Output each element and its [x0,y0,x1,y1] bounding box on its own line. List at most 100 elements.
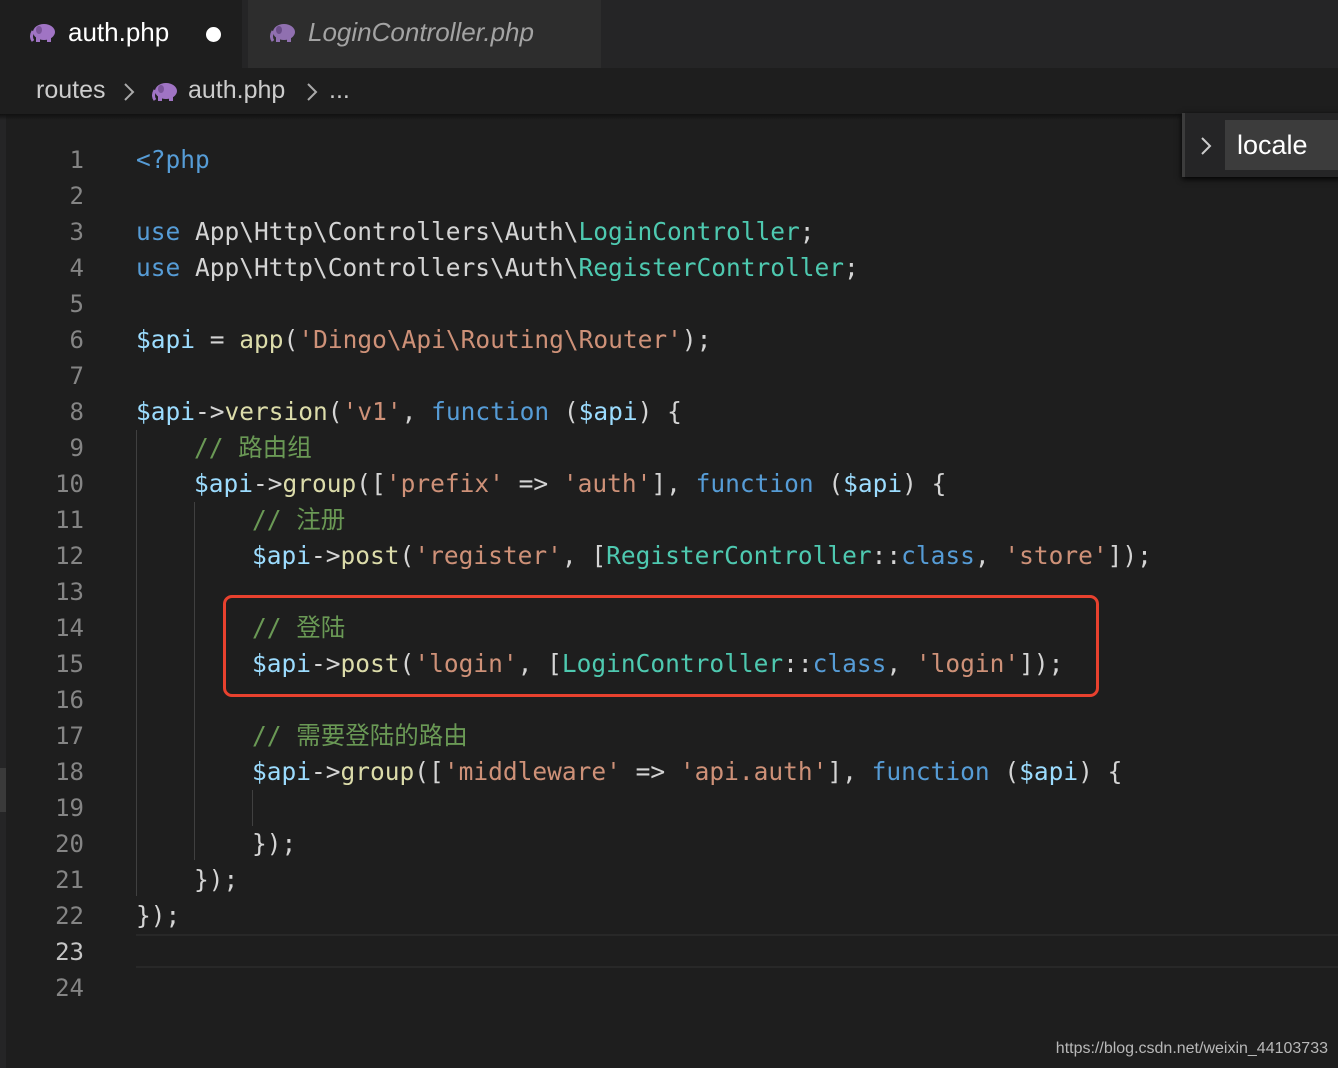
annotation-highlight-box [223,595,1099,697]
code-token: ([ [356,469,386,498]
breadcrumb-symbol[interactable]: ... [329,76,350,105]
unsaved-dot-icon[interactable] [206,27,221,42]
tab-label: LoginController.php [308,17,534,47]
code-token: 'Dingo\Api\Routing\Router' [298,325,682,354]
code-token: => [503,469,563,498]
code-line[interactable]: 19 [0,790,1338,826]
code-token: LoginController [578,217,800,246]
code-token: ( [549,397,579,426]
line-number: 23 [55,938,84,966]
code-text: }); [194,862,238,898]
line-number: 7 [69,362,84,390]
code-token: ( [813,469,844,498]
code-token: // 需要登陆的路由 [252,721,468,750]
code-token: $api [136,397,196,426]
code-line[interactable]: 18 $api->group(['middleware' => 'api.auth… [0,754,1338,790]
line-number: 5 [69,290,84,318]
line-number: 18 [55,758,84,786]
line-number: 19 [55,794,84,822]
code-token: ([ [414,757,444,786]
chevron-right-icon[interactable] [1199,135,1213,157]
code-token: ; [844,253,859,282]
code-token: ( [327,397,343,426]
line-number: 24 [55,974,84,1002]
breadcrumb-shadow [0,114,1338,120]
code-token: 'register' [414,541,562,570]
line-number: 17 [55,722,84,750]
code-token: -> [253,469,283,498]
code-line[interactable]: 1 <?php [0,142,1338,178]
code-line[interactable]: 20}); [0,826,1338,862]
code-line[interactable]: 21}); [0,862,1338,898]
code-token: $api [252,757,312,786]
code-text: // 路由组 [194,430,312,466]
line-number: 14 [55,614,84,642]
code-line[interactable]: 9 // 路由组 [0,430,1338,466]
code-line[interactable]: 23 [0,934,1338,970]
code-token: post [340,541,400,570]
line-number: 6 [69,326,84,354]
line-number: 1 [69,146,84,174]
tab-logincontroller-php[interactable]: LoginController.php [248,0,601,68]
code-token: 'store' [1004,541,1108,570]
line-number: 10 [55,470,84,498]
code-token: function [431,397,550,426]
line-number: 9 [69,434,84,462]
code-token: use [136,253,181,282]
tab-auth-php[interactable]: auth.php [0,0,242,68]
code-line[interactable]: 5 [0,286,1338,322]
code-line[interactable]: 17 // 需要登陆的路由 [0,718,1338,754]
breadcrumb: routes auth.php ... [0,68,1338,114]
line-number: 21 [55,866,84,894]
code-line[interactable]: 3 use App\Http\Controllers\Auth\LoginCont… [0,214,1338,250]
breadcrumb-file[interactable]: auth.php [188,76,285,105]
code-token: , [ [561,541,607,570]
code-token: $api [843,469,903,498]
code-line[interactable]: 22}); [0,898,1338,934]
code-line[interactable]: 11 // 注册 [0,502,1338,538]
code-token: 'prefix' [385,469,504,498]
sticky-label[interactable]: locale [1225,120,1338,170]
line-number: 2 [69,182,84,210]
code-token: -> [311,541,341,570]
breadcrumb-folder[interactable]: routes [36,76,105,105]
code-token: $api [136,325,196,354]
code-token: }); [252,829,297,858]
php-elephant-icon [30,24,55,42]
watermark: https://blog.csdn.net/weixin_44103733 [1055,1040,1328,1057]
code-token: group [282,469,357,498]
code-token: -> [311,757,341,786]
code-token: // 注册 [252,505,346,534]
code-token: -> [195,397,225,426]
code-token: $api [252,541,312,570]
code-token: $api [578,397,638,426]
code-line[interactable]: 10 $api->group(['prefix' => 'auth'], func… [0,466,1338,502]
code-token: ( [283,325,299,354]
line-number: 3 [69,218,84,246]
code-token: ; [799,217,815,246]
code-token: ); [681,325,712,354]
tab-bar: auth.php LoginController.php [0,0,1338,68]
code-line[interactable]: 6 $api = app('Dingo\Api\Routing\Router'); [0,322,1338,358]
code-token: :: [871,541,902,570]
code-line[interactable]: 4 use App\Http\Controllers\Auth\RegisterC… [0,250,1338,286]
code-token: group [340,757,415,786]
code-token: $api [194,469,254,498]
code-line[interactable]: 8 $api->version('v1', function ($api) { [0,394,1338,430]
code-token: 'api.auth' [679,757,828,786]
code-line[interactable]: 24 [0,970,1338,1006]
code-token: }); [194,865,239,894]
code-text: <?php [136,142,210,178]
code-line[interactable]: 12 $api->post('register', [RegisterContro… [0,538,1338,574]
code-token: RegisterController [606,541,872,570]
code-line[interactable]: 7 [0,358,1338,394]
code-token: // 路由组 [194,433,312,462]
code-line[interactable]: 2 [0,178,1338,214]
code-token: ], [651,469,696,498]
code-token: RegisterController [578,253,845,282]
code-text: // 需要登陆的路由 [252,718,468,754]
tab-label: auth.php [68,17,170,47]
code-text: $api->version('v1', function ($api) { [136,394,682,430]
code-token: app [239,325,284,354]
outline-sticky-widget[interactable]: locale [1182,113,1338,177]
